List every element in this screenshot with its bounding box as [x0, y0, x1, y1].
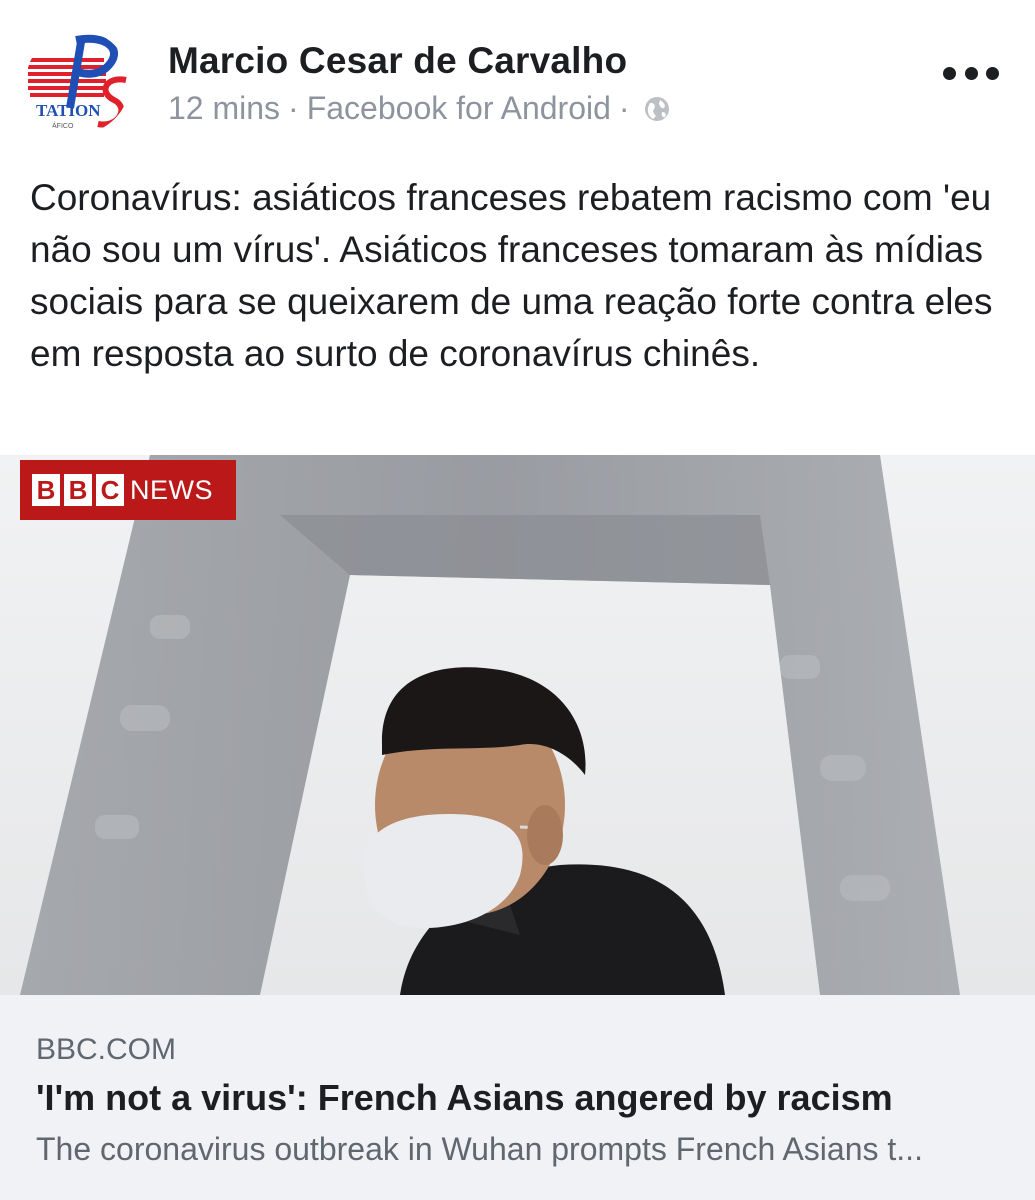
- meta-separator: ·: [618, 90, 630, 126]
- dot-icon: [986, 66, 999, 80]
- avatar-logo-text: TATION: [36, 101, 101, 120]
- post-time[interactable]: 12 mins: [168, 90, 280, 127]
- link-description: The coronavirus outbreak in Wuhan prompt…: [36, 1131, 923, 1167]
- globe-icon[interactable]: [642, 94, 672, 124]
- link-domain: BBC.COM: [36, 1033, 177, 1066]
- link-title[interactable]: 'I'm not a virus': French Asians angered…: [36, 1077, 893, 1119]
- page-logo-icon: TATION ÁFICO: [26, 30, 130, 134]
- dot-icon: [943, 66, 956, 80]
- bbc-news-badge: B B C NEWS: [20, 460, 236, 520]
- post-source: Facebook for Android: [306, 90, 611, 126]
- link-preview-image[interactable]: [0, 455, 1035, 995]
- news-photo: [0, 455, 1035, 995]
- bbc-letter: C: [96, 474, 124, 506]
- author-name[interactable]: Marcio Cesar de Carvalho: [168, 40, 627, 82]
- avatar[interactable]: TATION ÁFICO: [26, 30, 130, 134]
- link-preview-card[interactable]: BBC.COM 'I'm not a virus': French Asians…: [0, 995, 1035, 1200]
- bbc-news-word: NEWS: [130, 474, 213, 505]
- bbc-letter: B: [64, 474, 92, 506]
- post-header: TATION ÁFICO Marcio Cesar de Carvalho 12…: [0, 0, 1035, 160]
- bbc-letter: B: [32, 474, 60, 506]
- meta-separator: ·: [288, 90, 299, 126]
- dot-icon: [964, 66, 978, 80]
- bbc-logo: B B C: [32, 474, 124, 506]
- more-options-button[interactable]: [943, 58, 999, 88]
- avatar-sub-text: ÁFICO: [52, 121, 74, 130]
- post-meta: 12 mins · Facebook for Android ·: [168, 90, 672, 127]
- post-text: Coronavírus: asiáticos franceses rebatem…: [30, 177, 993, 374]
